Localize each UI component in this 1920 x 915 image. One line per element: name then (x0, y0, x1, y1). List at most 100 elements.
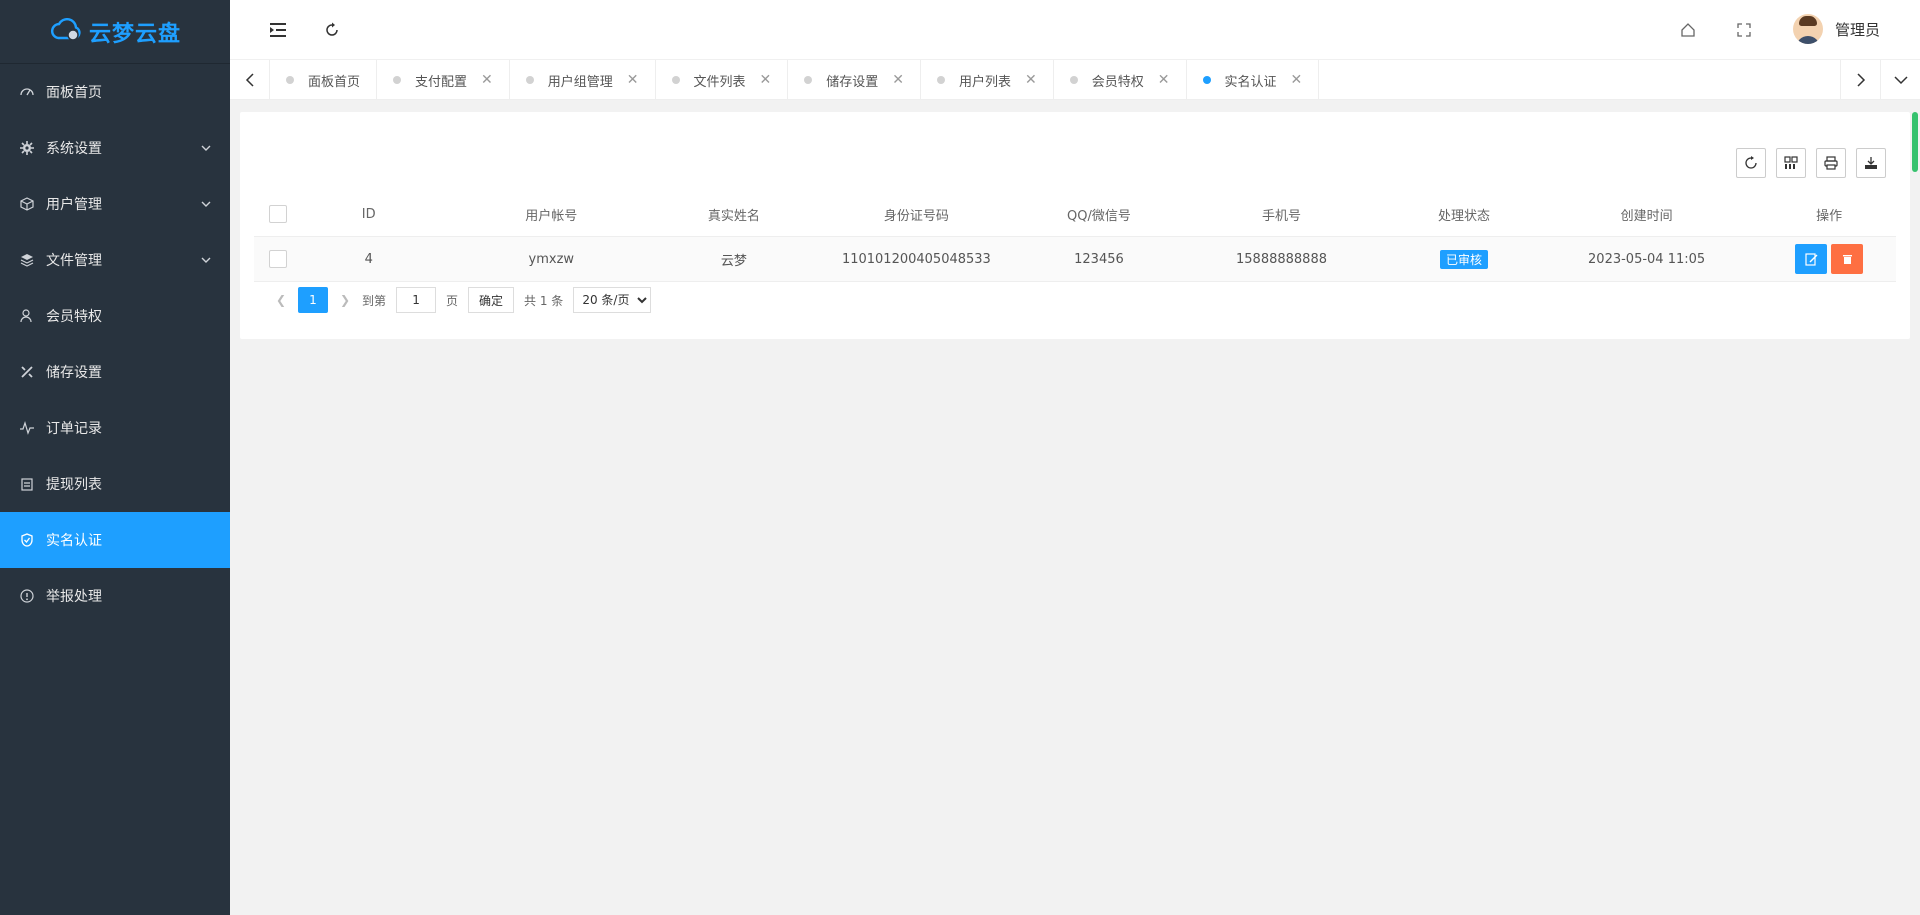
logo-text: 云梦云盘 (88, 21, 181, 47)
column-header: 用户帐号 (525, 208, 578, 224)
gear-icon (20, 141, 34, 155)
shield-check-icon (20, 533, 34, 547)
tabs-dropdown-icon[interactable] (1880, 60, 1920, 100)
close-icon[interactable]: ✕ (481, 72, 493, 88)
tab-dot (393, 76, 402, 84)
sidebar-item-label: 提现列表 (46, 477, 102, 493)
goto-label: 到第 (362, 293, 387, 308)
print-icon[interactable] (1816, 148, 1846, 178)
row-checkbox[interactable] (268, 250, 287, 268)
tab[interactable]: 会员特权 ✕ (1054, 60, 1187, 100)
sidebar-item[interactable]: 提现列表 (0, 456, 230, 512)
sidebar-item-label: 系统设置 (46, 141, 102, 157)
logo[interactable]: 云梦云盘 (0, 0, 230, 64)
tab-bar: 面板首页 支付配置 ✕ 用户组管理 ✕ 文件列表 ✕ 储存设置 ✕ 用户列表 ✕ 会员特权 ✕ 实名认证 ✕ (230, 60, 1920, 100)
sidebar-item[interactable]: 储存设置 (0, 344, 230, 400)
column-header: ID (361, 206, 376, 222)
collapse-menu-icon[interactable] (266, 18, 290, 42)
tab-dot (1069, 76, 1078, 84)
column-header: 创建时间 (1620, 208, 1673, 224)
tab[interactable]: 储存设置 ✕ (788, 60, 922, 100)
sidebar-item[interactable]: 订单记录 (0, 400, 230, 456)
cell-id: 4 (364, 251, 373, 267)
tab[interactable]: 用户组管理 ✕ (510, 60, 656, 100)
column-header: 处理状态 (1438, 208, 1491, 224)
column-header: 真实姓名 (707, 208, 760, 224)
status-badge: 已审核 (1440, 249, 1489, 269)
sidebar-item-label: 储存设置 (46, 365, 102, 381)
chevron-down-icon (200, 142, 212, 154)
edit-button[interactable] (1795, 244, 1828, 274)
table-refresh-icon[interactable] (1736, 148, 1766, 178)
table-toolbar (1736, 148, 1886, 178)
tab[interactable]: 实名认证 ✕ (1187, 60, 1320, 100)
tab-label: 实名认证 (1224, 74, 1277, 90)
export-icon[interactable] (1856, 148, 1886, 178)
sidebar-item[interactable]: 文件管理 (0, 232, 230, 288)
header: 管理员 (230, 0, 1920, 60)
sidebar-item-label: 会员特权 (46, 309, 102, 325)
goto-page-input[interactable] (396, 287, 437, 313)
sidebar-item[interactable]: 用户管理 (0, 176, 230, 232)
tab[interactable]: 面板首页 (270, 60, 378, 100)
sidebar-item[interactable]: 系统设置 (0, 120, 230, 176)
tabs-prev-icon[interactable] (230, 60, 270, 100)
current-page[interactable]: 1 (298, 287, 328, 313)
close-icon[interactable]: ✕ (760, 72, 772, 88)
main-card: ID 用户帐号 真实姓名 身份证号码 QQ/微信号 手机号 处理状态 创建时间 操作 4 ymxz… (240, 112, 1910, 339)
home-icon[interactable] (1676, 18, 1700, 42)
fullscreen-icon[interactable] (1732, 18, 1756, 42)
sidebar-item-label: 举报处理 (46, 589, 102, 605)
next-page-icon[interactable]: ❯ (338, 293, 352, 307)
close-icon[interactable]: ✕ (1025, 72, 1037, 88)
goto-confirm-button[interactable]: 确定 (468, 287, 515, 313)
tab-label: 用户组管理 (547, 74, 613, 90)
tab-list: 面板首页 支付配置 ✕ 用户组管理 ✕ 文件列表 ✕ 储存设置 ✕ 用户列表 ✕ 会员特权 ✕ 实名认证 ✕ (270, 60, 1320, 100)
tabs-next-icon[interactable] (1840, 60, 1880, 100)
total-count: 共 1 条 (524, 293, 564, 308)
sidebar-item-label: 面板首页 (46, 85, 102, 101)
chevron-down-icon (200, 198, 212, 210)
close-icon[interactable]: ✕ (1158, 72, 1170, 88)
table-row[interactable]: 4 ymxzw 云梦 110101200405048533 123456 15888888… (254, 237, 1896, 282)
cell-account: ymxzw (528, 251, 575, 267)
tab-dot (286, 76, 294, 84)
close-icon[interactable]: ✕ (892, 72, 904, 88)
refresh-icon[interactable] (320, 18, 344, 42)
page-size-select[interactable]: 20 条/页 (573, 287, 652, 313)
column-header: 操作 (1816, 208, 1843, 224)
trash-icon (1842, 254, 1852, 264)
sidebar-item[interactable]: 举报处理 (0, 568, 230, 624)
sidebar-item[interactable]: 会员特权 (0, 288, 230, 344)
columns-icon[interactable] (1776, 148, 1806, 178)
edit-icon (1805, 252, 1818, 266)
tab[interactable]: 支付配置 ✕ (377, 60, 510, 100)
select-all-checkbox[interactable] (268, 205, 287, 223)
data-table: ID 用户帐号 真实姓名 身份证号码 QQ/微信号 手机号 处理状态 创建时间 操作 4 ymxz… (254, 192, 1896, 282)
tab[interactable]: 用户列表 ✕ (921, 60, 1054, 100)
prev-page-icon[interactable]: ❮ (274, 293, 288, 307)
sidebar-item[interactable]: 面板首页 (0, 64, 230, 120)
sidebar-item[interactable]: 实名认证 (0, 512, 230, 568)
sidebar: 云梦云盘 面板首页系统设置用户管理 文件管理会员特权储存设置订单记录提现列表实名认… (0, 0, 230, 915)
tab-label: 会员特权 (1091, 74, 1144, 90)
tab[interactable]: 文件列表 ✕ (656, 60, 789, 100)
tab-dot (937, 76, 946, 84)
tab-dot (804, 76, 813, 84)
sidebar-item-label: 订单记录 (46, 421, 102, 437)
page-scrollbar[interactable] (1912, 112, 1918, 172)
info-icon (20, 589, 34, 603)
column-header: QQ/微信号 (1067, 208, 1131, 224)
tab-dot (671, 76, 680, 84)
tab-label: 储存设置 (826, 74, 879, 90)
column-header: 手机号 (1261, 208, 1301, 224)
delete-button[interactable] (1831, 244, 1864, 274)
avatar (1792, 14, 1823, 44)
close-icon[interactable]: ✕ (1291, 72, 1303, 88)
cloud-icon (49, 17, 81, 46)
cube-icon (20, 197, 34, 211)
actions-cell (1762, 244, 1896, 274)
tab-label: 支付配置 (415, 74, 468, 90)
close-icon[interactable]: ✕ (627, 72, 639, 88)
user-menu[interactable]: 管理员 (1792, 14, 1880, 44)
